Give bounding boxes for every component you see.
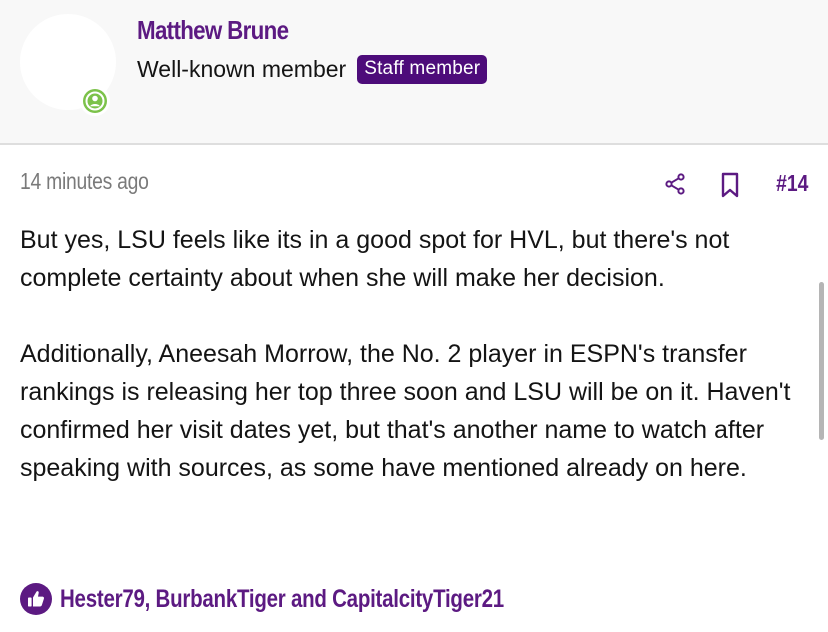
online-status-icon bbox=[80, 86, 110, 116]
user-title: Well-known member bbox=[137, 56, 347, 82]
user-header: Matthew Brune Well-known member Staff me… bbox=[0, 0, 828, 145]
post-paragraph: But yes, LSU feels like its in a good sp… bbox=[20, 226, 730, 292]
post-number-link[interactable]: #14 bbox=[776, 170, 808, 197]
thumbs-up-icon bbox=[20, 583, 52, 615]
staff-badge: Staff member bbox=[357, 55, 488, 84]
scrollbar-thumb[interactable] bbox=[819, 282, 824, 440]
username-link[interactable]: Matthew Brune bbox=[137, 15, 289, 46]
post-paragraph: Additionally, Aneesah Morrow, the No. 2 … bbox=[20, 340, 791, 482]
share-icon[interactable] bbox=[663, 172, 687, 196]
bookmark-icon[interactable] bbox=[720, 172, 740, 198]
post-timestamp[interactable]: 14 minutes ago bbox=[20, 168, 149, 195]
post-body: But yes, LSU feels like its in a good sp… bbox=[20, 221, 810, 487]
user-title-row: Well-known member Staff member bbox=[137, 55, 488, 84]
reaction-users-link[interactable]: Hester79, BurbankTiger and CapitalcityTi… bbox=[60, 585, 504, 614]
reactions-bar[interactable]: Hester79, BurbankTiger and CapitalcityTi… bbox=[20, 583, 601, 615]
